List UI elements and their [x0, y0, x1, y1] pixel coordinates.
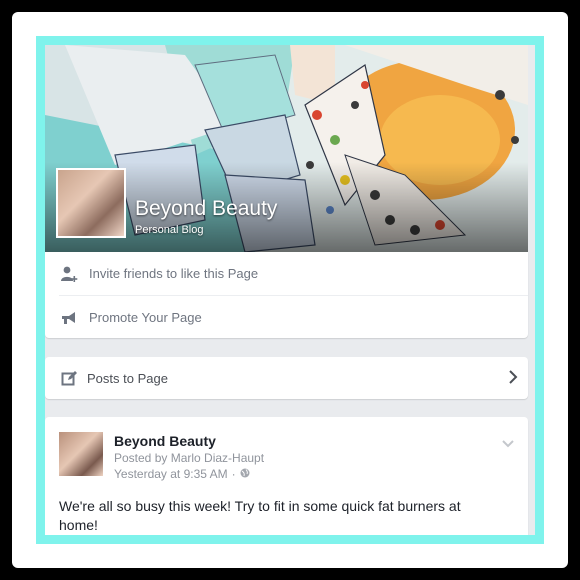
posts-to-page-label: Posts to Page	[87, 370, 168, 386]
invite-friends-row[interactable]: Invite friends to like this Page	[45, 252, 528, 295]
post-card: Beyond Beauty Posted by Marlo Diaz-Haupt…	[45, 417, 528, 535]
globe-icon	[240, 467, 250, 481]
page-actions-card: Invite friends to like this Page Promote…	[45, 252, 528, 338]
megaphone-icon	[59, 308, 79, 328]
chevron-down-icon[interactable]	[502, 435, 514, 453]
cover-photo[interactable]: Beyond Beauty Personal Blog	[45, 45, 528, 252]
invite-friend-icon	[59, 264, 79, 284]
profile-picture[interactable]	[56, 168, 126, 238]
post-timestamp-row: Yesterday at 9:35 AM ·	[114, 467, 250, 481]
post-author[interactable]: Beyond Beauty	[114, 433, 216, 449]
post-timestamp[interactable]: Yesterday at 9:35 AM	[114, 467, 228, 481]
post-avatar[interactable]	[59, 432, 103, 476]
compose-icon	[59, 368, 79, 388]
page-name[interactable]: Beyond Beauty	[135, 197, 277, 221]
facebook-page-screen: Beyond Beauty Personal Blog Invite frien…	[45, 45, 535, 535]
page-category: Personal Blog	[135, 224, 204, 236]
promote-page-label: Promote Your Page	[89, 310, 202, 325]
invite-friends-label: Invite friends to like this Page	[89, 266, 259, 281]
post-separator: ·	[231, 467, 236, 481]
chevron-right-icon	[508, 369, 518, 388]
posts-to-page-row[interactable]: Posts to Page	[45, 357, 528, 399]
promote-page-row[interactable]: Promote Your Page	[45, 296, 528, 339]
post-posted-by[interactable]: Posted by Marlo Diaz-Haupt	[114, 451, 264, 465]
post-text: We're all so busy this week! Try to fit …	[59, 498, 461, 533]
